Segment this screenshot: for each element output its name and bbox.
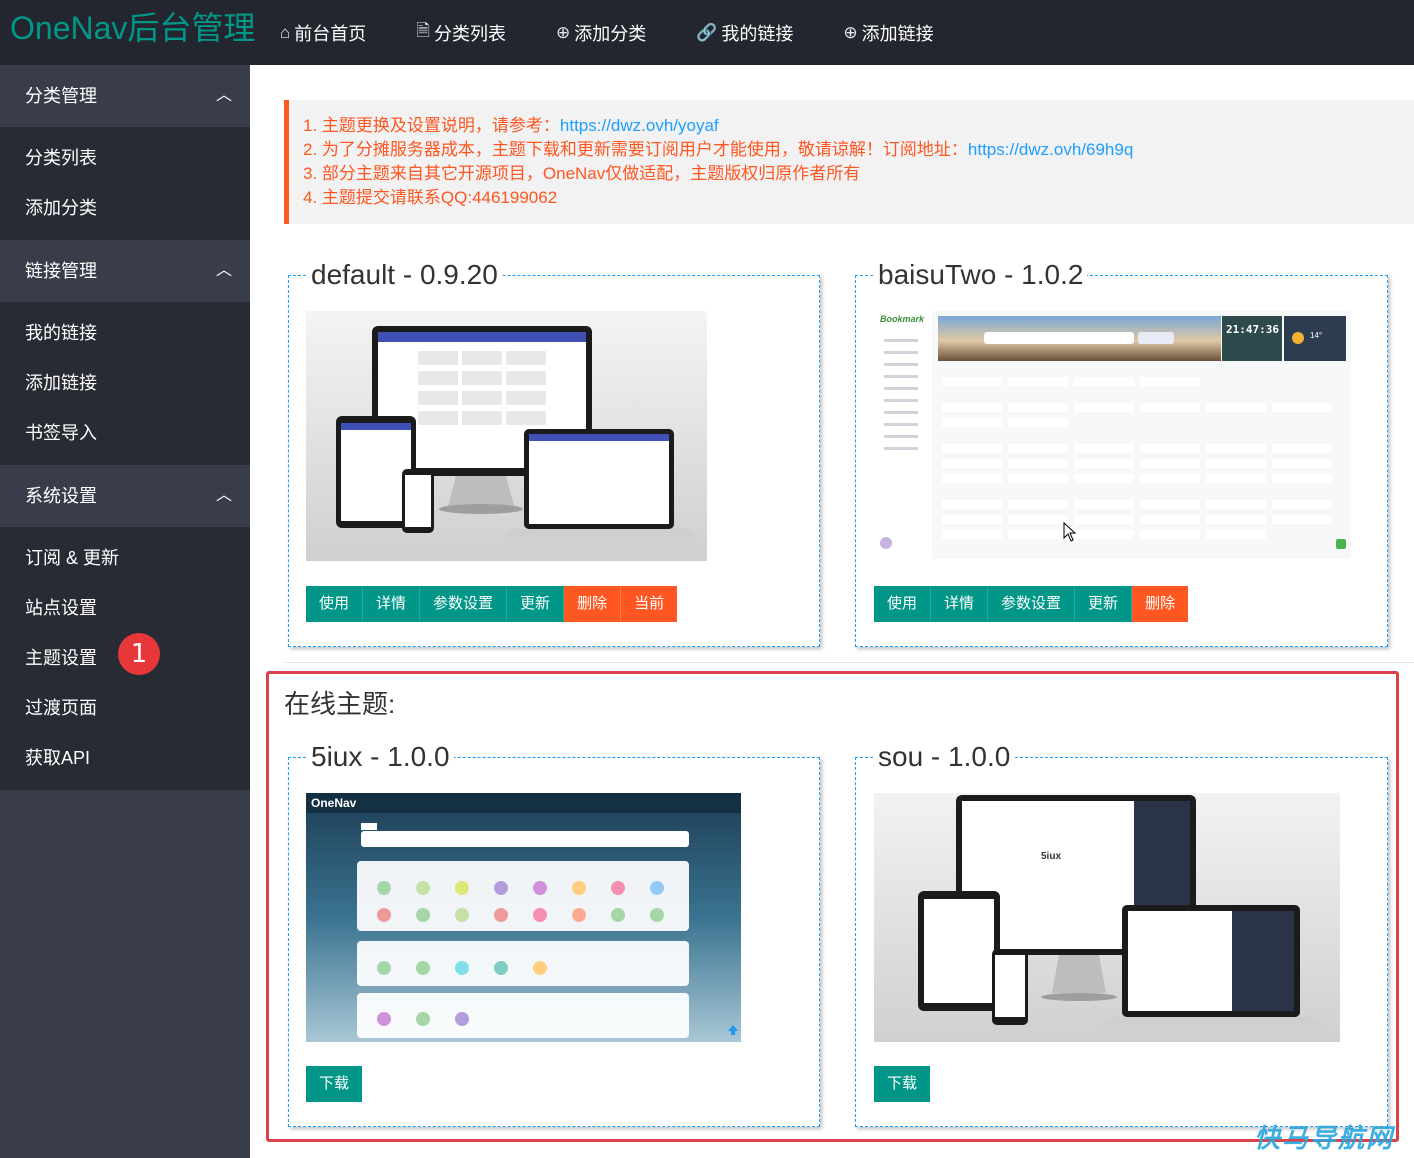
use-button[interactable]: 使用 [874,586,932,622]
link-icon: 🔗 [696,22,718,42]
sidebar-item-category-list[interactable]: 分类列表 [25,143,97,173]
theme-actions-default: 使用 详情 参数设置 更新 删除 当前 [306,586,678,622]
online-theme-card-5iux: 5iux - 1.0.0 OneNav 下载 [288,740,820,1127]
theme-name: 5iux - 1.0.0 [307,740,454,774]
top-nav: ⌂ 前台首页 🗎 分类列表 ⊕ 添加分类 🔗 我的链接 ⊕ 添加链接 [280,0,984,65]
theme-preview-baisutwo: Bookmark 21:47:36 14° [874,311,1351,559]
preview-brand: OneNav [311,796,357,810]
current-button[interactable]: 当前 [621,586,678,622]
nav-category-list[interactable]: 🗎 分类列表 [416,18,506,47]
use-button[interactable]: 使用 [306,586,364,622]
sidebar-item-transition-page[interactable]: 过渡页面 [25,693,97,723]
section-divider [284,662,1414,663]
theme-preview-default [306,311,707,561]
online-theme-card-sou: sou - 1.0.0 5iux 下载 [855,740,1388,1127]
nav-my-links[interactable]: 🔗 我的链接 [696,20,793,46]
theme-card-baisutwo: baisuTwo - 1.0.2 Bookmark 21:47:36 14° 使… [855,258,1388,647]
notice-line-4: 4. 主题提交请联系QQ:446199062 [303,188,558,207]
sidebar-group-links[interactable]: 链接管理 ︿ [0,240,250,302]
preview-brand: 5iux [1041,851,1062,862]
theme-name: sou - 1.0.0 [874,740,1015,774]
online-themes-title: 在线主题: [284,689,396,719]
theme-card-default: default - 0.9.20 使用 详情 参数设置 更新 删除 当前 [288,258,820,647]
theme-name: default - 0.9.20 [307,258,502,292]
details-button[interactable]: 详情 [931,586,989,622]
nav-label: 前台首页 [294,23,367,44]
theme-actions-baisutwo: 使用 详情 参数设置 更新 删除 [874,586,1189,622]
preview-brand: Bookmark [880,314,925,324]
app-logo[interactable]: OneNav后台管理 [10,8,255,48]
document-icon: 🗎 [416,21,430,40]
home-icon: ⌂ [280,22,291,42]
params-button[interactable]: 参数设置 [420,586,508,622]
chevron-up-icon: ︿ [215,262,232,279]
nav-label: 我的链接 [721,23,794,44]
nav-label: 分类列表 [433,23,506,44]
sidebar-item-add-category[interactable]: 添加分类 [25,193,97,223]
nav-add-link[interactable]: ⊕ 添加链接 [843,20,933,46]
bookmark-preview-image [874,311,1351,559]
sidebar-item-subscribe-update[interactable]: 订阅 & 更新 [25,543,119,573]
plus-circle-icon: ⊕ [555,22,571,42]
nav-add-category[interactable]: ⊕ 添加分类 [556,20,646,46]
sidebar: 分类管理 ︿ 分类列表 添加分类 链接管理 ︿ 我的链接 添加链接 书签导入 系… [0,65,250,1158]
notice-line-2: 2. 为了分摊服务器成本，主题下载和更新需要订阅用户才能使用，敬请谅解！订阅地址… [303,140,1134,159]
update-button[interactable]: 更新 [507,586,565,622]
sidebar-group-label: 系统设置 [25,486,97,506]
sidebar-item-get-api[interactable]: 获取API [25,743,90,773]
chevron-up-icon: ︿ [215,487,232,504]
notice-box: 1. 主题更换及设置说明，请参考：https://dwz.ovh/yoyaf 2… [284,100,1414,224]
theme-preview-5iux: OneNav [306,793,741,1042]
delete-button[interactable]: 删除 [564,586,622,622]
sidebar-item-theme-settings[interactable]: 主题设置 [25,643,97,673]
sidebar-group-category[interactable]: 分类管理 ︿ [0,65,250,127]
ocean-preview-image [306,793,741,1042]
sidebar-item-bookmark-import[interactable]: 书签导入 [25,418,97,448]
details-button[interactable]: 详情 [363,586,421,622]
theme-name: baisuTwo - 1.0.2 [874,258,1088,292]
mouse-cursor-icon [1063,522,1077,542]
nav-frontend-home[interactable]: ⌂ 前台首页 [280,20,366,46]
notice-link-1[interactable]: https://dwz.ovh/yoyaf [560,116,719,135]
nav-label: 添加分类 [574,23,647,44]
sidebar-footer [0,790,250,1158]
preview-temp: 14° [1310,331,1323,340]
plus-circle-icon: ⊕ [843,22,858,42]
params-button[interactable]: 参数设置 [988,586,1076,622]
notice-link-2[interactable]: https://dwz.ovh/69h9q [968,140,1133,159]
update-button[interactable]: 更新 [1075,586,1133,622]
delete-button[interactable]: 删除 [1132,586,1189,622]
preview-clock: 21:47:36 [1226,323,1279,336]
theme-actions-5iux: 下载 [306,1066,363,1102]
chevron-up-icon: ︿ [215,87,232,104]
notice-line-1: 1. 主题更换及设置说明，请参考：https://dwz.ovh/yoyaf [303,116,719,135]
step-badge: 1 [118,633,160,675]
sidebar-group-label: 链接管理 [25,261,97,281]
sidebar-group-label: 分类管理 [25,86,97,106]
watermark: 快马导航网 [1253,1123,1394,1153]
sidebar-item-add-link[interactable]: 添加链接 [25,368,97,398]
sidebar-item-my-links[interactable]: 我的链接 [25,318,97,348]
notice-line-3: 3. 部分主题来自其它开源项目，OneNav仅做适配，主题版权归原作者所有 [303,164,861,183]
nav-label: 添加链接 [861,23,934,44]
sidebar-group-system[interactable]: 系统设置 ︿ [0,465,250,527]
device-mockup-image [874,793,1340,1042]
theme-preview-sou: 5iux [874,793,1340,1042]
sidebar-item-site-settings[interactable]: 站点设置 [25,593,97,623]
top-header: OneNav后台管理 ⌂ 前台首页 🗎 分类列表 ⊕ 添加分类 🔗 我的链接 ⊕… [0,0,1414,65]
device-mockup-image [306,311,707,561]
download-button[interactable]: 下载 [874,1066,931,1102]
download-button[interactable]: 下载 [306,1066,363,1102]
theme-actions-sou: 下载 [874,1066,931,1102]
